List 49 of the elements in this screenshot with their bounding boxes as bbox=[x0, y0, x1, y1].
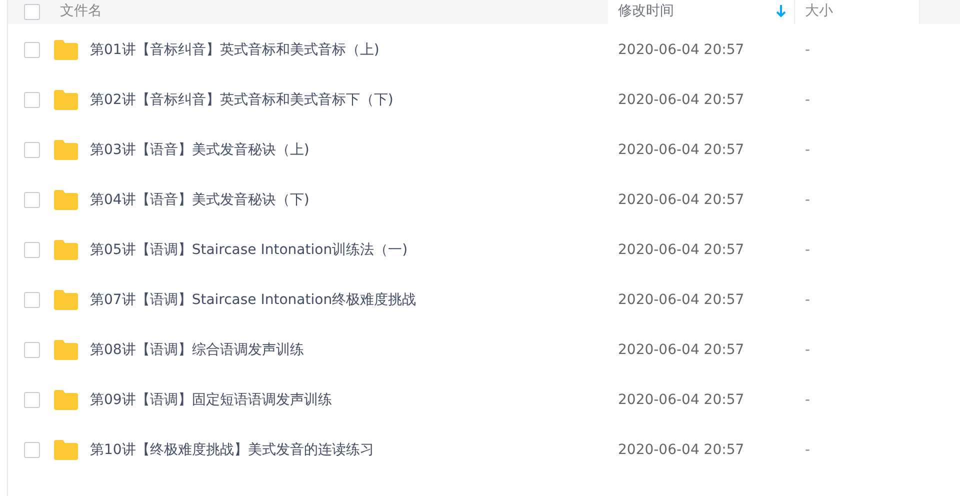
checkbox[interactable] bbox=[24, 392, 40, 408]
checkbox[interactable] bbox=[24, 192, 40, 208]
file-name[interactable]: 第04讲【语音】美式发音秘诀（下) bbox=[90, 190, 617, 210]
modified-time: 2020-06-04 20:57 bbox=[617, 440, 746, 460]
file-name[interactable]: 第05讲【语调】Staircase Intonation训练法（一) bbox=[90, 240, 617, 260]
file-name[interactable]: 第01讲【音标纠音】英式音标和美式音标（上) bbox=[90, 40, 617, 60]
checkbox[interactable] bbox=[24, 142, 40, 158]
modified-time: 2020-06-04 20:57 bbox=[617, 40, 746, 60]
checkbox[interactable] bbox=[24, 42, 40, 58]
file-size: - bbox=[805, 40, 810, 60]
sort-arrow-icon[interactable] bbox=[776, 5, 786, 18]
folder-icon bbox=[54, 90, 78, 110]
modified-time: 2020-06-04 20:57 bbox=[617, 340, 746, 360]
checkbox[interactable] bbox=[24, 292, 40, 308]
checkbox[interactable] bbox=[24, 242, 40, 258]
folder-icon bbox=[54, 440, 78, 460]
file-name[interactable]: 第07讲【语调】Staircase Intonation终极难度挑战 bbox=[90, 290, 617, 310]
file-size: - bbox=[805, 190, 810, 210]
folder-icon bbox=[54, 40, 78, 60]
column-header[interactable]: 修改时间 bbox=[608, 0, 795, 24]
file-name[interactable]: 第09讲【语调】固定短语语调发声训练 bbox=[90, 390, 617, 410]
modified-time: 2020-06-04 20:57 bbox=[617, 90, 746, 110]
column-header[interactable]: 大小 bbox=[795, 0, 920, 24]
file-size: - bbox=[805, 90, 810, 110]
file-size: - bbox=[805, 440, 810, 460]
modified-time: 2020-06-04 20:57 bbox=[617, 240, 746, 260]
modified-time: 2020-06-04 20:57 bbox=[617, 190, 746, 210]
modified-time: 2020-06-04 20:57 bbox=[617, 390, 746, 410]
file-name[interactable]: 第10讲【终极难度挑战】美式发音的连读练习 bbox=[90, 440, 617, 460]
checkbox[interactable] bbox=[24, 442, 40, 458]
modified-time: 2020-06-04 20:57 bbox=[617, 140, 746, 160]
file-size: - bbox=[805, 290, 810, 310]
folder-icon bbox=[54, 190, 78, 210]
folder-icon bbox=[54, 140, 78, 160]
file-name[interactable]: 第03讲【语音】美式发音秘诀（上) bbox=[90, 140, 617, 160]
folder-icon bbox=[54, 340, 78, 360]
file-size: - bbox=[805, 390, 810, 410]
folder-icon bbox=[54, 240, 78, 260]
checkbox[interactable] bbox=[24, 92, 40, 108]
file-size: - bbox=[805, 340, 810, 360]
folder-icon bbox=[54, 390, 78, 410]
file-size: - bbox=[805, 240, 810, 260]
modified-time: 2020-06-04 20:57 bbox=[617, 290, 746, 310]
file-name[interactable]: 第02讲【音标纠音】英式音标和美式音标下（下) bbox=[90, 90, 617, 110]
checkbox[interactable] bbox=[24, 342, 40, 358]
file-size: - bbox=[805, 140, 810, 160]
folder-icon bbox=[54, 290, 78, 310]
checkbox[interactable] bbox=[24, 4, 40, 20]
file-name[interactable]: 第08讲【语调】综合语调发声训练 bbox=[90, 340, 617, 360]
